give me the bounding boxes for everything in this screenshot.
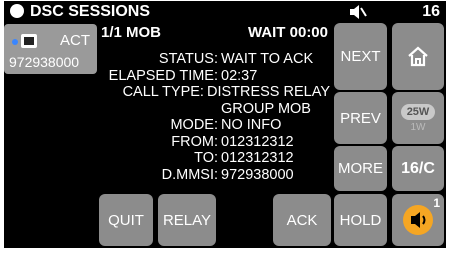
- detail-row: CALL TYPE: DISTRESS RELAY: [122, 84, 330, 100]
- detail-row: MODE: NO INFO: [170, 117, 282, 133]
- wait-timer: WAIT 00:00: [247, 24, 328, 41]
- session-count: 16: [422, 3, 440, 20]
- status-bar: DSC SESSIONS 16: [4, 1, 446, 23]
- screen-title: DSC SESSIONS: [30, 3, 151, 20]
- speaker-icon: [403, 205, 433, 235]
- quit-button[interactable]: QUIT: [99, 194, 153, 246]
- location-pin-icon: [12, 39, 18, 45]
- message-icon: [21, 34, 37, 48]
- home-icon: [408, 46, 428, 66]
- session-item[interactable]: ACT 972938000: [4, 24, 97, 74]
- next-button[interactable]: NEXT: [334, 23, 387, 90]
- detail-row: TO: 012312312: [194, 150, 294, 166]
- relay-button[interactable]: RELAY: [158, 194, 216, 246]
- power-low-label: 1W: [410, 121, 426, 133]
- call-index: 1/1 MOB: [101, 24, 162, 41]
- power-toggle-button[interactable]: 25W 1W: [392, 92, 444, 144]
- volume-button[interactable]: 1: [392, 194, 444, 246]
- speaker-mute-icon: [350, 5, 367, 19]
- power-high-label: 25W: [400, 103, 436, 120]
- detail-row: FROM: 012312312: [171, 133, 294, 150]
- more-button[interactable]: MORE: [334, 146, 387, 191]
- detail-row: D.MMSI: 972938000: [161, 166, 294, 183]
- home-button[interactable]: [392, 23, 444, 90]
- session-status: ACT: [60, 32, 90, 49]
- detail-rows: STATUS: WAIT TO ACK ELAPSED TIME: 02:37 CA…: [98, 51, 330, 183]
- detail-row: ELAPSED TIME: 02:37: [108, 67, 258, 84]
- channel-button[interactable]: 16/C: [392, 146, 444, 191]
- hold-button[interactable]: HOLD: [334, 194, 387, 246]
- record-icon: [10, 4, 24, 18]
- call-details: 1/1 MOB WAIT 00:00 STATUS: WAIT TO ACK EL…: [98, 24, 330, 200]
- prev-button[interactable]: PREV: [334, 92, 387, 144]
- ack-button[interactable]: ACK: [273, 194, 331, 246]
- session-mmsi: 972938000: [9, 54, 80, 70]
- detail-row: GROUP MOB: [221, 100, 311, 117]
- volume-level-badge: 1: [433, 196, 440, 210]
- dsc-screen: DSC SESSIONS 16 ACT 972938000 1/1 MOB WA…: [4, 1, 446, 248]
- detail-row: STATUS: WAIT TO ACK: [158, 51, 314, 67]
- channel-label: 16/C: [401, 159, 435, 177]
